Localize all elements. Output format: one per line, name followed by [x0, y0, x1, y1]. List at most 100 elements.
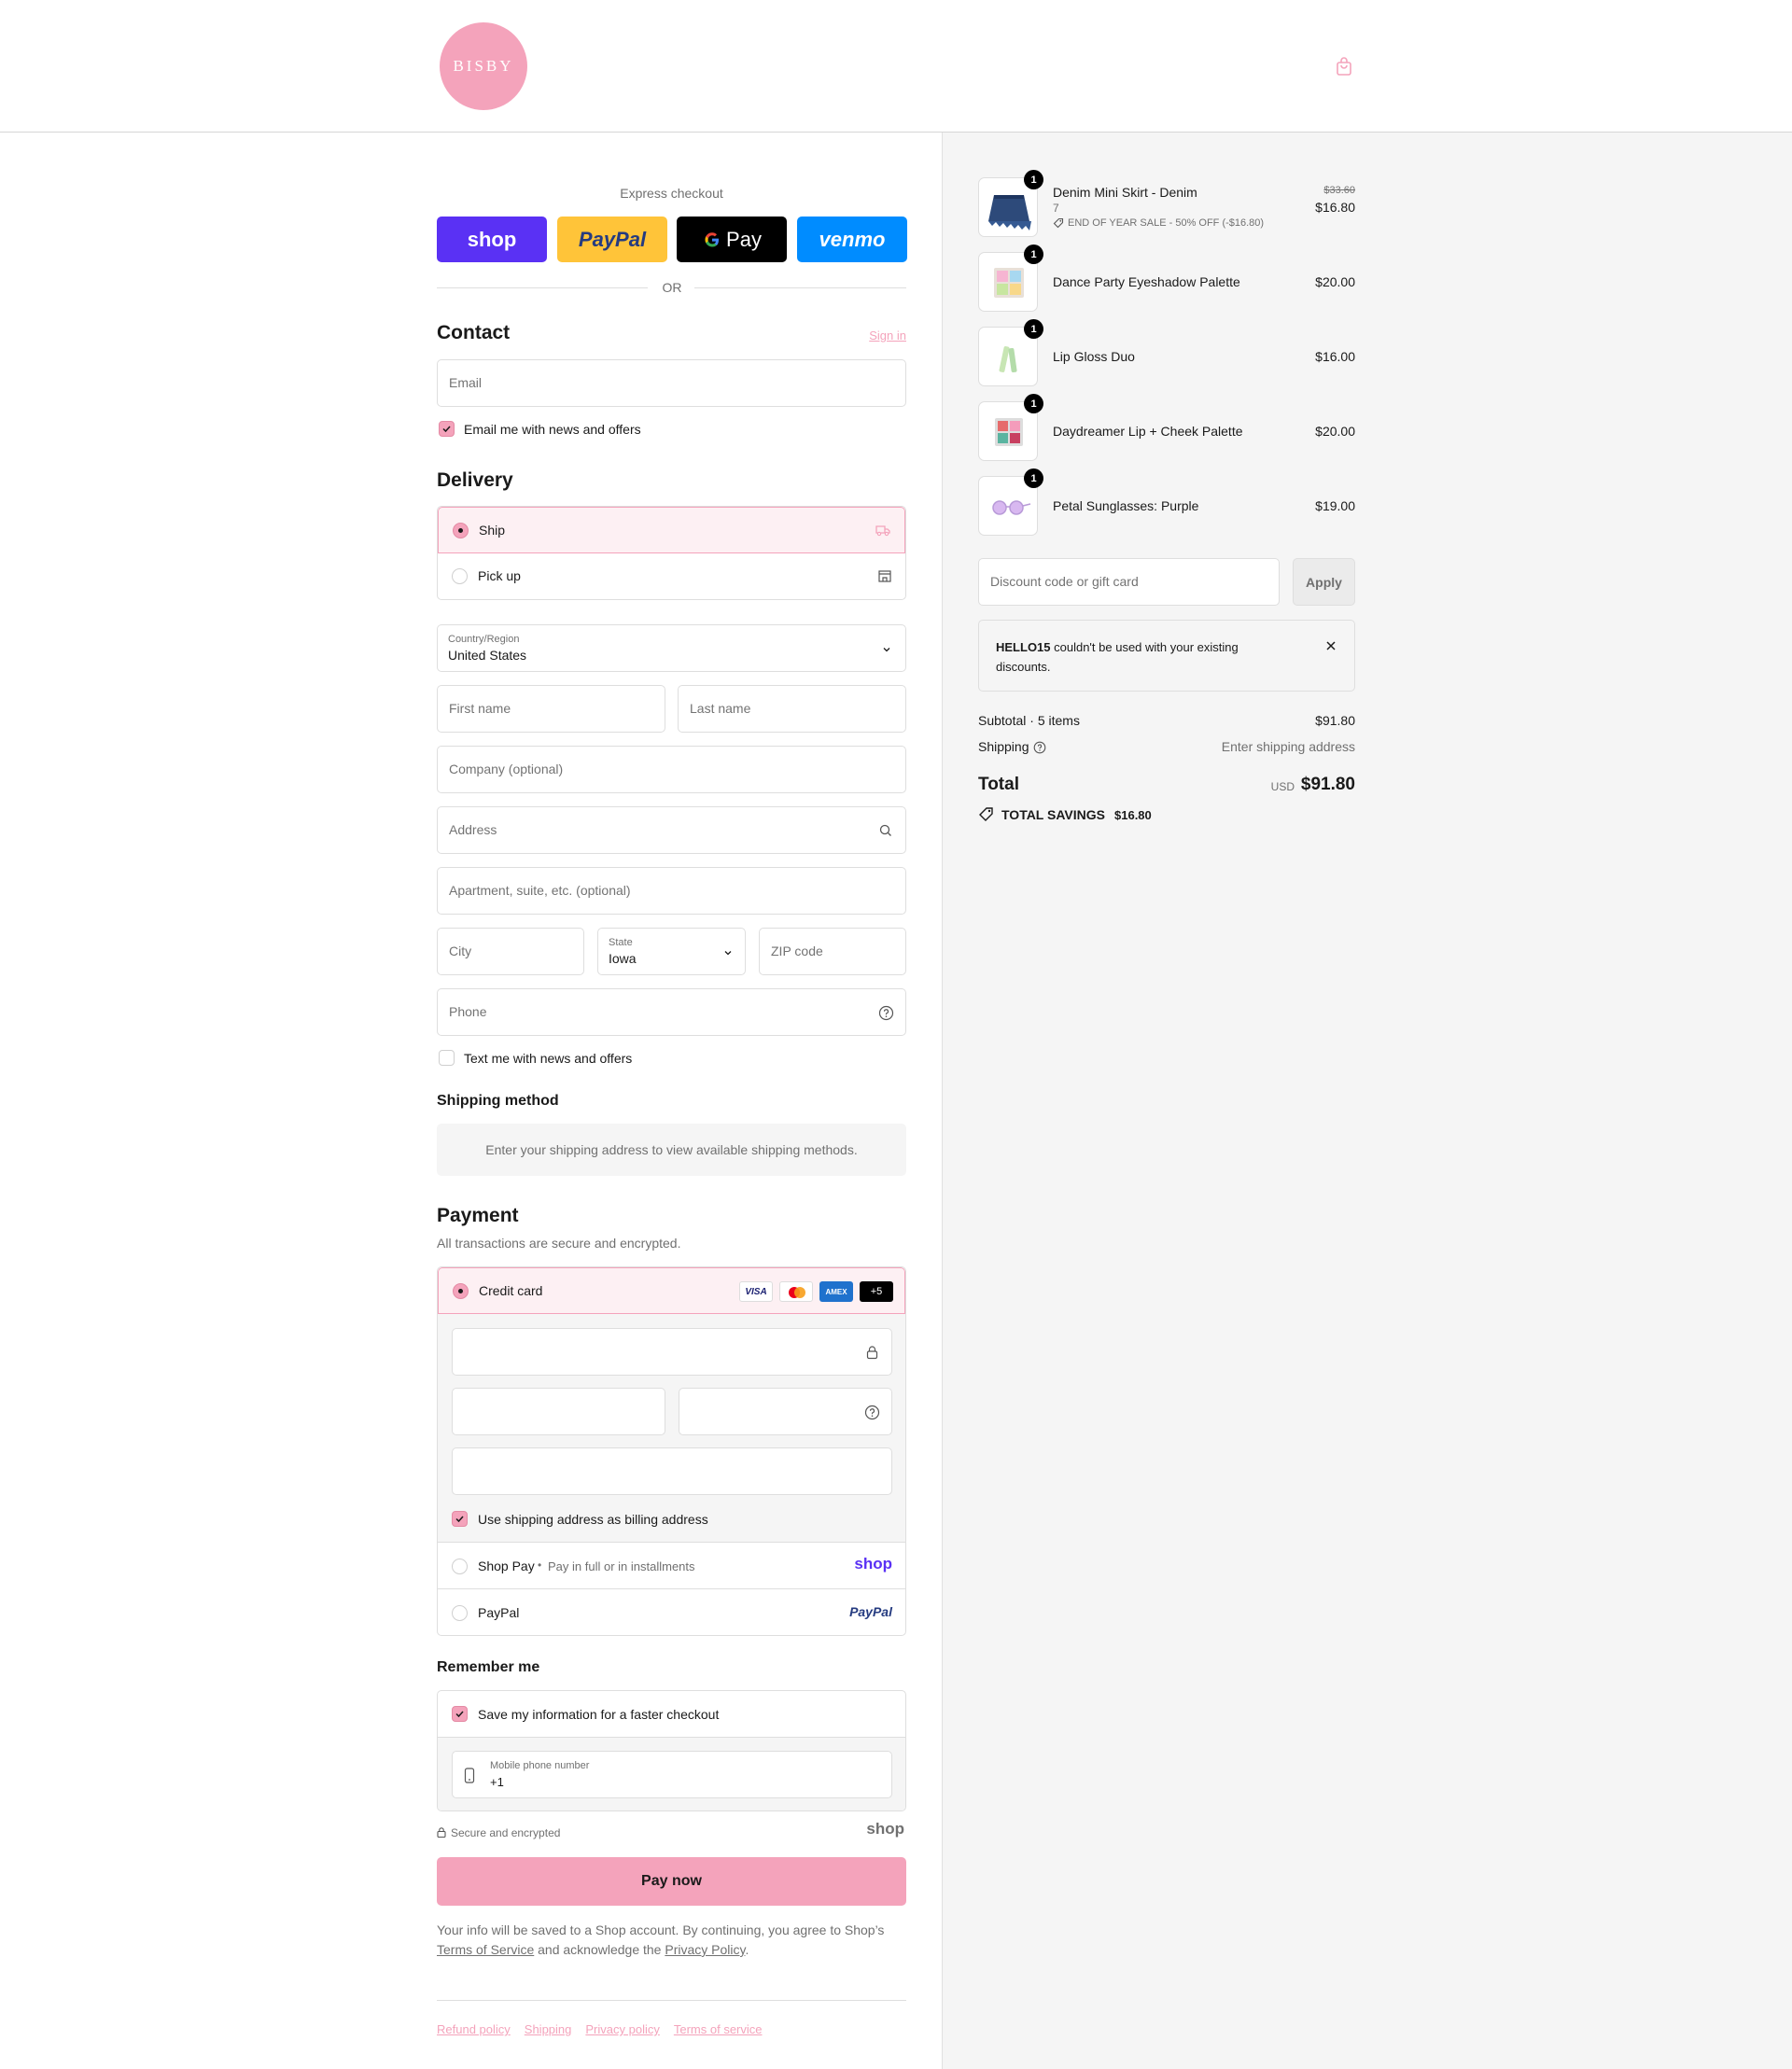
- privacy-policy-link[interactable]: Privacy Policy: [665, 1942, 745, 1957]
- shopping-bag-icon[interactable]: [1334, 56, 1354, 77]
- first-name-placeholder: First name: [449, 701, 511, 716]
- ship-radio[interactable]: [453, 523, 469, 538]
- help-circle-icon[interactable]: [878, 1005, 894, 1021]
- shop-pay-subtext: Pay in full or in installments: [548, 1559, 695, 1573]
- refund-policy-link[interactable]: Refund policy: [437, 2022, 511, 2036]
- credit-card-radio[interactable]: [453, 1283, 469, 1299]
- product-name: Petal Sunglasses: Purple: [1053, 498, 1199, 513]
- payment-title: Payment: [437, 1205, 519, 1226]
- state-value: Iowa: [609, 951, 637, 966]
- address-placeholder: Address: [449, 822, 497, 837]
- remember-me-title: Remember me: [437, 1659, 540, 1675]
- line-item: 1 Petal Sunglasses: Purple $19.00: [978, 468, 1355, 538]
- line-item: 1 Denim Mini Skirt - Denim 7 END OF YEAR…: [978, 170, 1355, 239]
- paypal-logo: PayPal: [578, 227, 647, 251]
- credit-card-option[interactable]: Credit card VISA AMEX +5: [438, 1267, 905, 1314]
- pay-now-button[interactable]: Pay now: [437, 1857, 906, 1906]
- zip-field[interactable]: ZIP code: [759, 928, 906, 975]
- apartment-field[interactable]: Apartment, suite, etc. (optional): [437, 867, 906, 915]
- country-select[interactable]: Country/Region United States: [437, 624, 906, 672]
- first-name-field[interactable]: First name: [437, 685, 665, 733]
- delivery-title: Delivery: [437, 469, 513, 491]
- sign-in-link[interactable]: Sign in: [869, 329, 906, 343]
- tag-icon: [1053, 217, 1064, 229]
- shop-pay-label: Shop Pay: [478, 1559, 535, 1573]
- card-details-panel: Use shipping address as billing address: [438, 1314, 905, 1543]
- state-select[interactable]: State Iowa: [597, 928, 746, 975]
- pickup-option[interactable]: Pick up: [438, 553, 905, 599]
- apply-discount-button[interactable]: Apply: [1293, 558, 1355, 606]
- name-on-card-field[interactable]: [452, 1447, 892, 1495]
- paypal-radio[interactable]: [452, 1605, 468, 1621]
- billing-address-label: Use shipping address as billing address: [478, 1512, 708, 1527]
- product-name: Lip Gloss Duo: [1053, 349, 1135, 364]
- shop-pay-separator: •: [538, 1559, 542, 1572]
- paypal-express-button[interactable]: PayPal: [557, 217, 667, 262]
- mobile-phone-field[interactable]: Mobile phone number +1: [452, 1751, 892, 1798]
- email-placeholder: Email: [449, 375, 483, 390]
- legal-text-2: and acknowledge the: [538, 1942, 662, 1957]
- shop-pay-radio[interactable]: [452, 1559, 468, 1574]
- shipping-label: Shipping: [978, 739, 1029, 754]
- footer-divider: [437, 2000, 906, 2001]
- privacy-policy-footer-link[interactable]: Privacy policy: [585, 2022, 659, 2036]
- phone-placeholder: Phone: [449, 1004, 487, 1019]
- terms-of-service-link[interactable]: Terms of Service: [437, 1942, 534, 1957]
- more-cards-badge: +5: [860, 1281, 893, 1302]
- terms-of-service-footer-link[interactable]: Terms of service: [674, 2022, 763, 2036]
- pickup-label: Pick up: [478, 568, 521, 583]
- address-field[interactable]: Address: [437, 806, 906, 854]
- total-label: Total: [978, 775, 1019, 794]
- line-item: 1 Lip Gloss Duo $16.00: [978, 319, 1355, 388]
- help-circle-icon[interactable]: [864, 1405, 880, 1420]
- payment-method-group: Credit card VISA AMEX +5 Use shipping ad…: [437, 1266, 906, 1636]
- close-icon[interactable]: [1324, 639, 1337, 652]
- legal-text: Your info will be saved to a Shop accoun…: [437, 1921, 906, 1960]
- save-info-checkbox[interactable]: [452, 1706, 468, 1722]
- discount-error-banner: HELLO15 couldn't be used with your exist…: [978, 620, 1355, 692]
- paypal-option[interactable]: PayPal PayPal: [438, 1590, 905, 1635]
- shop-pay-option[interactable]: Shop Pay • Pay in full or in installment…: [438, 1544, 905, 1589]
- text-offers-checkbox[interactable]: [439, 1050, 455, 1066]
- shipping-value: Enter shipping address: [1221, 739, 1355, 754]
- credit-card-label: Credit card: [479, 1283, 543, 1298]
- ship-option[interactable]: Ship: [438, 507, 905, 553]
- phone-field[interactable]: Phone: [437, 988, 906, 1036]
- legal-text-end: .: [745, 1942, 749, 1957]
- save-info-label: Save my information for a faster checkou…: [478, 1707, 720, 1722]
- country-value: United States: [448, 648, 527, 663]
- discount-code-field[interactable]: Discount code or gift card: [978, 558, 1280, 606]
- email-field[interactable]: Email: [437, 359, 906, 407]
- google-pay-label: Pay: [726, 227, 762, 251]
- expiry-field[interactable]: [452, 1388, 665, 1435]
- or-divider: OR: [437, 278, 906, 297]
- header: BISBY: [0, 0, 1792, 133]
- help-circle-icon[interactable]: [1033, 741, 1046, 754]
- subtotal-value: $91.80: [1315, 713, 1355, 728]
- venmo-express-button[interactable]: venmo: [797, 217, 907, 262]
- shop-pay-express-button[interactable]: shop: [437, 217, 547, 262]
- store-icon: [878, 570, 891, 582]
- email-offers-label: Email me with news and offers: [464, 422, 641, 437]
- card-number-field[interactable]: [452, 1328, 892, 1376]
- quantity-badge: 1: [1024, 394, 1043, 413]
- email-offers-checkbox[interactable]: [439, 421, 455, 437]
- shop-logo: shop: [866, 1820, 904, 1838]
- brand-logo[interactable]: BISBY: [440, 22, 527, 110]
- or-text: OR: [662, 280, 682, 295]
- checkmark-icon: [455, 1711, 464, 1718]
- shipping-link[interactable]: Shipping: [525, 2022, 572, 2036]
- last-name-field[interactable]: Last name: [678, 685, 906, 733]
- security-code-field[interactable]: [679, 1388, 892, 1435]
- express-checkout-title: Express checkout: [620, 186, 723, 201]
- legal-text-1: Your info will be saved to a Shop accoun…: [437, 1922, 885, 1937]
- city-placeholder: City: [449, 944, 472, 958]
- pickup-radio[interactable]: [452, 568, 468, 584]
- country-label: Country/Region: [448, 634, 520, 645]
- company-field[interactable]: Company (optional): [437, 746, 906, 793]
- shipping-method-notice: Enter your shipping address to view avai…: [437, 1124, 906, 1176]
- city-field[interactable]: City: [437, 928, 584, 975]
- google-pay-express-button[interactable]: Pay: [677, 217, 787, 262]
- billing-address-checkbox[interactable]: [452, 1511, 468, 1527]
- state-label: State: [609, 937, 633, 948]
